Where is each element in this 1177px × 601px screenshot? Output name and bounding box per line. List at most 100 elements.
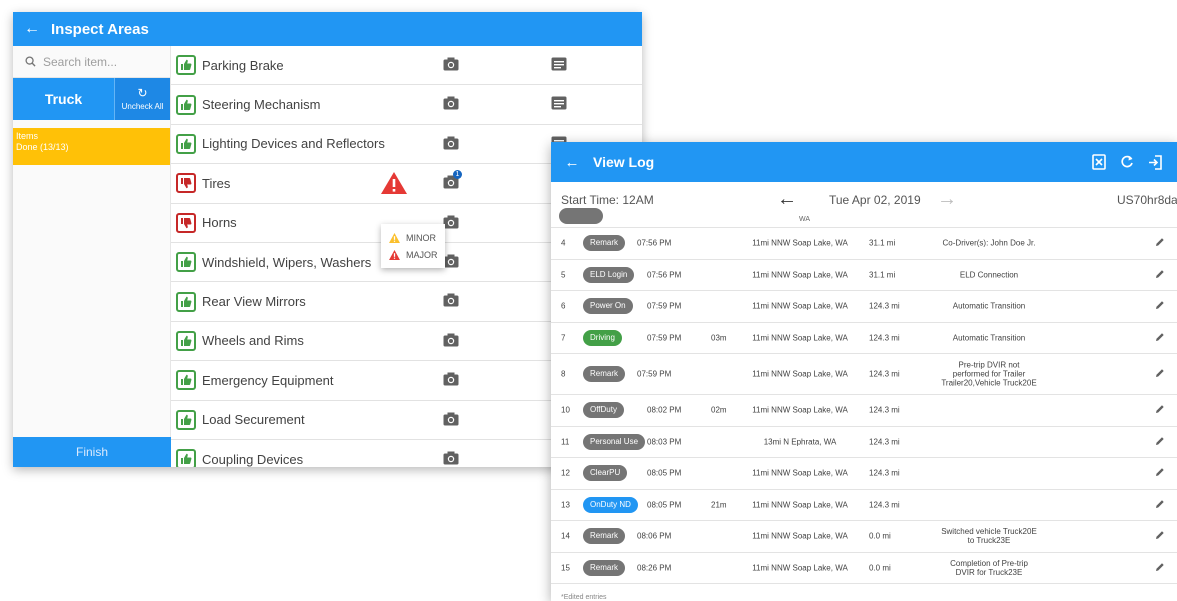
log-event-row[interactable]: 4 Remark 07:56 PM 11mi NNW Soap Lake, WA 31.…: [551, 228, 1177, 260]
start-time-label[interactable]: Start Time: 12AM: [561, 193, 654, 207]
log-event-row[interactable]: 14 Remark 08:06 PM 11mi NNW Soap Lake, WA 0.…: [551, 521, 1177, 553]
refresh-button[interactable]: [1120, 155, 1134, 169]
inspection-item-label: Coupling Devices: [202, 451, 304, 467]
camera-icon[interactable]: [443, 451, 459, 467]
severity-popup: MINOR MAJOR: [381, 224, 445, 268]
next-day-icon[interactable]: →: [937, 188, 957, 211]
inspection-item-label: Steering Mechanism: [202, 97, 321, 113]
document-export-icon: [1092, 154, 1106, 170]
camera-icon[interactable]: [443, 57, 459, 76]
log-event-row[interactable]: 13 OnDuty ND 08:05 PM 21m 11mi NNW Soap Lake…: [551, 490, 1177, 521]
inspection-item-row[interactable]: Parking Brake: [171, 46, 642, 86]
log-event-row[interactable]: 12 ClearPU 08:05 PM 11mi NNW Soap Lake, WA 1…: [551, 458, 1177, 490]
edit-pencil-icon[interactable]: [1155, 269, 1165, 281]
items-progress[interactable]: Items Done (13/13): [13, 128, 170, 165]
camera-icon[interactable]: [443, 412, 459, 431]
inspect-header: ← Inspect Areas: [13, 12, 642, 46]
arrow-left-icon[interactable]: ←: [13, 12, 51, 46]
export-button[interactable]: [1092, 154, 1106, 170]
log-event-row[interactable]: 6 Power On 07:59 PM 11mi NNW Soap Lake, WA 1…: [551, 291, 1177, 323]
thumbs-down-icon[interactable]: [176, 212, 196, 233]
event-duration: 21m: [711, 500, 727, 510]
thumbs-down-icon[interactable]: [176, 173, 196, 194]
inspect-areas-screen: ← Inspect Areas Search item... Truck ↻ U…: [13, 12, 642, 467]
edit-pencil-icon[interactable]: [1155, 300, 1165, 312]
status-pill: Remark: [583, 235, 626, 252]
thumbs-up-icon[interactable]: [176, 370, 196, 391]
edit-pencil-icon[interactable]: [1155, 562, 1165, 574]
inspection-item-label: Horns: [202, 215, 237, 231]
thumbs-up-icon[interactable]: [176, 55, 196, 76]
log-event-row[interactable]: 10 OffDuty 08:02 PM 02m 11mi NNW Soap Lake, …: [551, 395, 1177, 427]
comment-icon[interactable]: [551, 96, 567, 115]
view-log-screen: ← View Log Start Time: 12AM ← Tue Apr 02…: [551, 142, 1177, 601]
log-event-row[interactable]: 8 Remark 07:59 PM 11mi NNW Soap Lake, WA 124…: [551, 354, 1177, 395]
comment-icon[interactable]: [551, 57, 567, 76]
thumbs-up-icon[interactable]: [176, 94, 196, 115]
warning-icon[interactable]: [381, 172, 407, 199]
page-title: View Log: [593, 154, 655, 170]
edit-pencil-icon[interactable]: [1155, 404, 1165, 416]
edit-pencil-icon[interactable]: [1155, 436, 1165, 448]
warning-major-icon: [389, 249, 400, 260]
thumbs-up-icon[interactable]: [176, 330, 196, 351]
search-input[interactable]: Search item...: [13, 46, 170, 78]
event-number: 6: [561, 301, 566, 311]
event-note: ELD Connection: [959, 270, 1019, 280]
camera-icon[interactable]: [443, 372, 459, 391]
log-event-row[interactable]: 11 Personal Use 08:03 PM 13mi N Ephrata, WA…: [551, 427, 1177, 458]
event-note: Switched vehicle Truck20E to Truck23E: [941, 527, 1037, 546]
severity-minor-label: MINOR: [406, 232, 436, 243]
thumbs-up-icon[interactable]: [176, 252, 196, 273]
event-time: 07:59 PM: [647, 333, 682, 343]
category-truck[interactable]: Truck: [13, 78, 114, 120]
logout-button[interactable]: [1148, 154, 1163, 170]
log-event-row[interactable]: 7 Driving 07:59 PM 03m 11mi NNW Soap Lake, W…: [551, 323, 1177, 354]
event-time: 07:56 PM: [647, 270, 682, 280]
inspection-item-label: Windshield, Wipers, Washers: [202, 254, 372, 270]
edit-pencil-icon[interactable]: [1155, 467, 1165, 479]
edit-pencil-icon[interactable]: [1155, 499, 1165, 511]
event-odometer: 31.1 mi: [869, 270, 896, 280]
thumbs-up-icon[interactable]: [176, 133, 196, 154]
camera-icon[interactable]: [443, 293, 459, 312]
event-odometer: 124.3 mi: [869, 500, 900, 510]
event-number: 12: [561, 468, 570, 478]
inspection-item-label: Wheels and Rims: [202, 333, 304, 349]
cycle-rule: US70hr8days: [1117, 193, 1177, 207]
status-pill: ELD Login: [583, 266, 635, 283]
inspection-item-row[interactable]: Steering Mechanism: [171, 85, 642, 125]
camera-icon[interactable]: [443, 96, 459, 115]
date-bar: Start Time: 12AM ← Tue Apr 02, 2019 → US…: [551, 182, 1177, 216]
inspection-item-label: Tires: [202, 175, 231, 191]
thumbs-up-icon[interactable]: [176, 291, 196, 312]
partial-row: WA: [551, 208, 1177, 228]
event-location: 11mi NNW Soap Lake, WA: [752, 369, 848, 379]
warning-minor-icon: [389, 232, 400, 243]
camera-icon[interactable]: [443, 215, 459, 234]
uncheck-all-button[interactable]: ↻ Uncheck All: [114, 78, 170, 120]
edit-pencil-icon[interactable]: [1155, 368, 1165, 380]
log-event-row[interactable]: 15 Remark 08:26 PM 11mi NNW Soap Lake, WA 0.…: [551, 553, 1177, 584]
camera-icon[interactable]: [443, 254, 459, 273]
severity-minor-option[interactable]: MINOR: [381, 229, 445, 246]
location-cell: WA: [799, 216, 811, 223]
log-event-row[interactable]: 5 ELD Login 07:56 PM 11mi NNW Soap Lake, WA…: [551, 260, 1177, 291]
edit-pencil-icon[interactable]: [1155, 237, 1165, 249]
camera-icon[interactable]: [443, 333, 459, 352]
prev-day-icon[interactable]: ←: [777, 188, 797, 211]
thumbs-up-icon[interactable]: [176, 409, 196, 430]
finish-button[interactable]: Finish: [13, 437, 171, 467]
event-time: 08:05 PM: [647, 468, 682, 478]
log-event-table: WA 4 Remark 07:56 PM 11mi NNW Soap Lake, WA…: [551, 208, 1177, 584]
event-duration: 02m: [711, 405, 727, 415]
arrow-left-icon[interactable]: ←: [551, 154, 593, 171]
event-note: Pre-trip DVIR not performed for Trailer …: [941, 360, 1037, 388]
event-location: 13mi N Ephrata, WA: [763, 437, 837, 447]
thumbs-up-icon[interactable]: [176, 449, 196, 467]
camera-icon[interactable]: [443, 136, 459, 155]
edit-pencil-icon[interactable]: [1155, 530, 1165, 542]
inspection-item-label: Rear View Mirrors: [202, 294, 306, 310]
severity-major-option[interactable]: MAJOR: [381, 246, 445, 263]
edit-pencil-icon[interactable]: [1155, 332, 1165, 344]
